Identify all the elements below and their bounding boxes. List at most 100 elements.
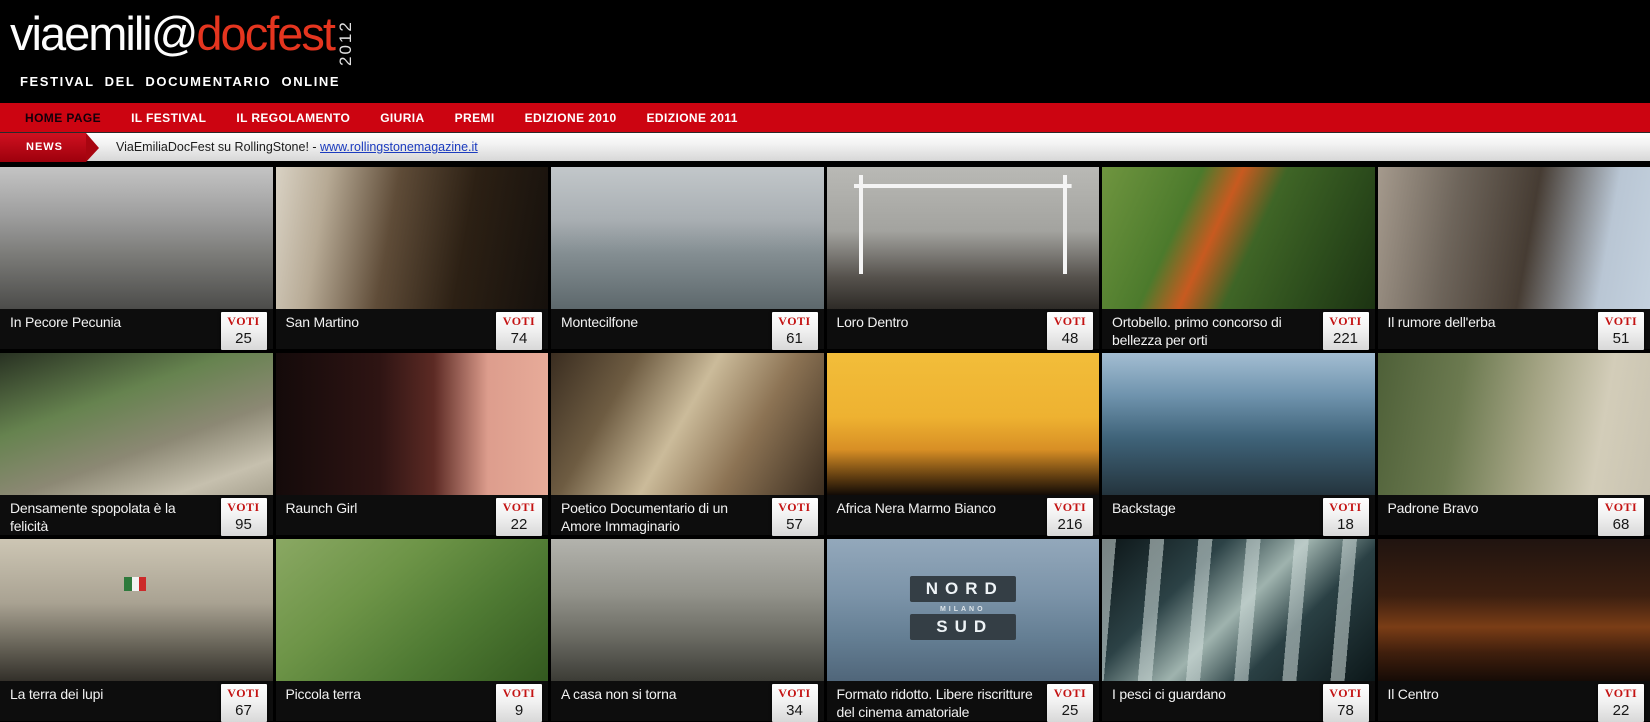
card-title[interactable]: In Pecore Pecunia [10,314,121,330]
voti-count: 22 [496,516,542,533]
card-caption: Il Centro VOTI 22 [1378,681,1650,721]
card-thumbnail[interactable] [1102,353,1375,495]
card-title[interactable]: Raunch Girl [286,500,358,516]
card-title[interactable]: Il rumore dell'erba [1388,314,1496,330]
video-card[interactable]: San Martino VOTI 74 [276,167,549,349]
card-thumbnail[interactable] [1378,539,1650,681]
nav-item-home-page[interactable]: HOME PAGE [10,111,116,125]
voti-label: VOTI [772,314,818,329]
nav-item-edizione-2011[interactable]: EDIZIONE 2011 [632,111,753,125]
video-card[interactable]: Raunch Girl VOTI 22 [276,353,549,535]
card-title[interactable]: Il Centro [1388,686,1439,702]
nav-item-edizione-2010[interactable]: EDIZIONE 2010 [510,111,632,125]
card-title[interactable]: Loro Dentro [837,314,909,330]
card-title[interactable]: Montecilfone [561,314,638,330]
voti-label: VOTI [496,500,542,515]
card-title[interactable]: Poetico Documentario di un Amore Immagin… [561,500,728,534]
card-caption: San Martino VOTI 74 [276,309,549,349]
card-title[interactable]: Densamente spopolata è la felicità [10,500,175,534]
voti-badge: VOTI 9 [496,684,542,722]
voti-badge: VOTI 34 [772,684,818,722]
video-grid: In Pecore Pecunia VOTI 25 San Martino VO… [0,167,1650,721]
video-card[interactable]: Il rumore dell'erba VOTI 51 [1378,167,1650,349]
card-title[interactable]: San Martino [286,314,359,330]
card-caption: Poetico Documentario di un Amore Immagin… [551,495,824,535]
video-card[interactable]: Il Centro VOTI 22 [1378,539,1650,721]
voti-count: 57 [772,516,818,533]
video-card[interactable]: Montecilfone VOTI 61 [551,167,824,349]
video-card[interactable]: Piccola terra VOTI 9 [276,539,549,721]
card-thumbnail[interactable] [276,539,549,681]
video-card[interactable]: Africa Nera Marmo Bianco VOTI 216 [827,353,1100,535]
card-title[interactable]: Padrone Bravo [1388,500,1479,516]
voti-badge: VOTI 95 [221,498,267,536]
nav-item-il-regolamento[interactable]: IL REGOLAMENTO [221,111,365,125]
voti-label: VOTI [1047,314,1093,329]
card-thumbnail[interactable] [0,539,273,681]
card-thumbnail[interactable] [827,353,1100,495]
video-card[interactable]: Densamente spopolata è la felicità VOTI … [0,353,273,535]
voti-count: 68 [1598,516,1644,533]
voti-badge: VOTI 221 [1323,312,1369,350]
card-title[interactable]: I pesci ci guardano [1112,686,1226,702]
card-title[interactable]: La terra dei lupi [10,686,103,702]
site-header: viaemili@docfest 2012 FESTIVAL DEL DOCUM… [0,0,1650,103]
video-card[interactable]: La terra dei lupi VOTI 67 [0,539,273,721]
card-thumbnail[interactable] [827,167,1100,309]
road-sign-photo-text: NORDMILANOSUD [910,576,1016,643]
voti-count: 34 [772,702,818,719]
card-title[interactable]: Ortobello. primo concorso di bellezza pe… [1112,314,1281,348]
card-caption: In Pecore Pecunia VOTI 25 [0,309,273,349]
card-thumbnail[interactable] [551,353,824,495]
card-title[interactable]: A casa non si torna [561,686,676,702]
nav-item-giuria[interactable]: GIURIA [365,111,439,125]
voti-count: 51 [1598,330,1644,347]
video-card[interactable]: In Pecore Pecunia VOTI 25 [0,167,273,349]
video-card[interactable]: Ortobello. primo concorso di bellezza pe… [1102,167,1375,349]
video-card[interactable]: Loro Dentro VOTI 48 [827,167,1100,349]
voti-count: 25 [221,330,267,347]
news-ribbon: NEWS [0,133,86,162]
card-thumbnail[interactable] [1378,353,1650,495]
card-caption: I pesci ci guardano VOTI 78 [1102,681,1375,721]
card-title[interactable]: Formato ridotto. Libere riscritture del … [837,686,1033,720]
video-card[interactable]: Poetico Documentario di un Amore Immagin… [551,353,824,535]
card-caption: Raunch Girl VOTI 22 [276,495,549,535]
card-thumbnail[interactable] [0,167,273,309]
card-thumbnail[interactable] [1102,539,1375,681]
card-thumbnail[interactable] [1378,167,1650,309]
card-thumbnail[interactable]: NORDMILANOSUD [827,539,1100,681]
video-card[interactable]: Padrone Bravo VOTI 68 [1378,353,1650,535]
voti-count: 61 [772,330,818,347]
card-thumbnail[interactable] [1102,167,1375,309]
voti-label: VOTI [221,500,267,515]
card-thumbnail[interactable] [0,353,273,495]
card-caption: Piccola terra VOTI 9 [276,681,549,721]
card-thumbnail[interactable] [276,353,549,495]
nav-item-premi[interactable]: PREMI [440,111,510,125]
video-card[interactable]: A casa non si torna VOTI 34 [551,539,824,721]
card-title[interactable]: Piccola terra [286,686,361,702]
site-logo[interactable]: viaemili@docfest 2012 [10,10,1650,66]
voti-count: 74 [496,330,542,347]
nav-item-il-festival[interactable]: IL FESTIVAL [116,111,221,125]
card-title[interactable]: Africa Nera Marmo Bianco [837,500,996,516]
video-card[interactable]: NORDMILANOSUD Formato ridotto. Libere ri… [827,539,1100,721]
video-card[interactable]: I pesci ci guardano VOTI 78 [1102,539,1375,721]
voti-badge: VOTI 48 [1047,312,1093,350]
card-thumbnail[interactable] [551,539,824,681]
news-link[interactable]: www.rollingstonemagazine.it [320,140,478,154]
voti-label: VOTI [1047,500,1093,515]
card-thumbnail[interactable] [551,167,824,309]
voti-count: 216 [1047,516,1093,533]
voti-label: VOTI [1323,314,1369,329]
voti-count: 22 [1598,702,1644,719]
card-title[interactable]: Backstage [1112,500,1176,516]
voti-label: VOTI [772,500,818,515]
card-caption: Loro Dentro VOTI 48 [827,309,1100,349]
voti-count: 18 [1323,516,1369,533]
voti-label: VOTI [1598,314,1644,329]
card-thumbnail[interactable] [276,167,549,309]
video-card[interactable]: Backstage VOTI 18 [1102,353,1375,535]
main-nav: HOME PAGEIL FESTIVALIL REGOLAMENTOGIURIA… [0,103,1650,132]
